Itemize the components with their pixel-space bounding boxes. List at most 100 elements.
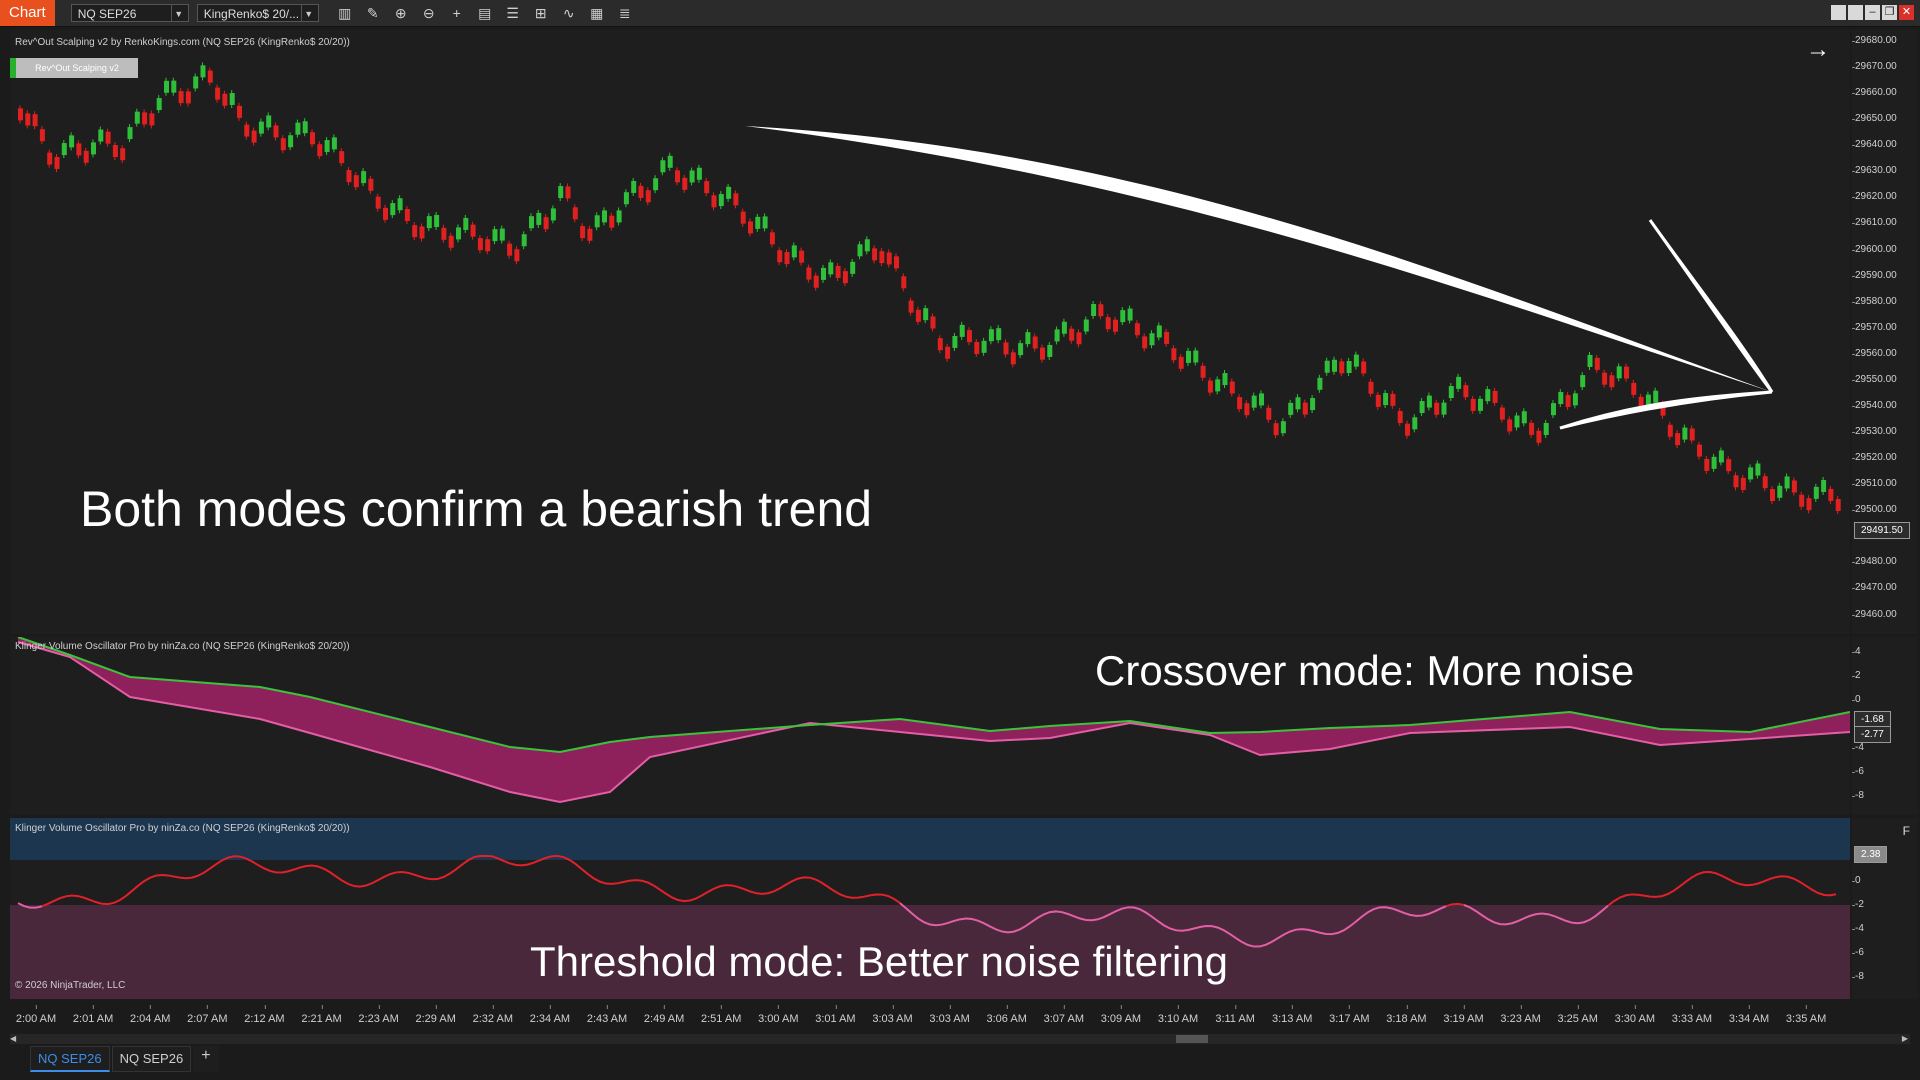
close-icon[interactable]: ✕ xyxy=(1899,5,1914,20)
minimize-icon[interactable]: – xyxy=(1865,5,1880,20)
oscillator-crossover-axis[interactable]: 4 2 0 -4 -6 -8 -1.68 -2.77 xyxy=(1852,637,1918,815)
candle-body xyxy=(923,308,929,321)
indicator-icon[interactable]: ∿ xyxy=(555,3,583,23)
zoom-out-icon[interactable]: ⊖ xyxy=(415,3,443,23)
candle-body xyxy=(667,155,673,168)
candle-body xyxy=(689,170,695,183)
axis-tick: 2 xyxy=(1852,670,1861,681)
candle-body xyxy=(1514,415,1520,428)
tile-icon[interactable] xyxy=(1831,5,1846,20)
last-price-badge: 29491.50 xyxy=(1854,522,1910,539)
template-icon[interactable]: ☰ xyxy=(499,3,527,23)
f-button[interactable]: F xyxy=(1903,824,1910,838)
candle-body xyxy=(521,234,527,247)
horizontal-scrollbar[interactable]: ◀ ▶ xyxy=(10,1034,1910,1044)
bar-type-selector[interactable]: KingRenko$ 20/... ▼ xyxy=(196,4,319,22)
price-panel-label: Rev^Out Scalping v2 by RenkoKings.com (N… xyxy=(15,37,350,48)
chevron-down-icon[interactable]: ▼ xyxy=(170,5,186,21)
candle-body xyxy=(1018,343,1024,356)
scroll-left-icon[interactable]: ◀ xyxy=(10,1034,16,1043)
axis-tick: 29650.00 xyxy=(1852,113,1897,125)
candle-body xyxy=(1821,479,1827,492)
indicator-button[interactable]: Rev^Out Scalping v2 xyxy=(16,58,138,78)
candle-body xyxy=(1229,381,1235,394)
candle-body xyxy=(1054,329,1060,342)
tab-nq-sep26-1[interactable]: NQ SEP26 xyxy=(30,1046,110,1072)
candle-body xyxy=(91,142,96,155)
axis-tick: 29560.00 xyxy=(1852,347,1897,359)
candle-body xyxy=(704,181,710,194)
candle-body xyxy=(930,316,936,329)
candle-body xyxy=(1675,433,1681,446)
oscillator-crossover-panel[interactable]: Klinger Volume Oscillator Pro by ninZa.c… xyxy=(10,637,1850,815)
candle-body xyxy=(1164,331,1170,344)
candle-body xyxy=(1113,319,1118,332)
candle-body xyxy=(981,340,987,353)
candle-body xyxy=(1186,350,1191,363)
instrument-selector[interactable]: NQ SEP26 ▼ xyxy=(70,4,189,22)
candle-body xyxy=(1726,459,1732,472)
candle-body xyxy=(1353,354,1359,367)
candle-body xyxy=(1061,321,1067,334)
properties-icon[interactable]: ▤ xyxy=(471,3,499,23)
candle-body xyxy=(353,175,359,188)
candle-body xyxy=(1244,403,1250,416)
candle-body xyxy=(1740,477,1746,490)
tile-icon[interactable] xyxy=(1848,5,1863,20)
list-icon[interactable]: ≣ xyxy=(611,3,639,23)
time-label: 3:33 AM xyxy=(1671,1005,1713,1025)
oscillator-line-segment xyxy=(41,854,901,908)
candle-body xyxy=(1587,354,1593,367)
candle-body xyxy=(1762,476,1768,489)
candle-body xyxy=(1069,328,1075,341)
bars-icon[interactable]: ▥ xyxy=(331,3,359,23)
oscillator-threshold-axis[interactable]: F 2.38 0 -2 -4 -6 -8 xyxy=(1852,818,1918,999)
candle-body xyxy=(514,249,520,262)
candle-body xyxy=(273,125,279,138)
candle-body xyxy=(682,177,688,190)
candle-body xyxy=(748,221,753,234)
axis-tick: 0 xyxy=(1852,875,1861,886)
candle-body xyxy=(937,338,943,351)
restore-icon[interactable]: ❐ xyxy=(1882,5,1897,20)
add-tab-button[interactable]: + xyxy=(193,1046,219,1072)
candle-body xyxy=(200,65,206,78)
calculator-icon[interactable]: ▦ xyxy=(583,3,611,23)
chart-tab[interactable]: Chart xyxy=(0,0,55,26)
tab-nq-sep26-2[interactable]: NQ SEP26 xyxy=(111,1046,192,1072)
candle-body xyxy=(178,91,184,104)
time-axis[interactable]: 2:00 AM 2:01 AM 2:04 AM 2:07 AM 2:12 AM 2:21 … xyxy=(10,1003,1850,1033)
pencil-icon[interactable]: ✎ xyxy=(359,3,387,23)
price-panel[interactable]: Rev^Out Scalping v2 by RenkoKings.com (N… xyxy=(10,30,1850,634)
crosshair-icon[interactable]: + xyxy=(443,3,471,23)
zoom-in-icon[interactable]: ⊕ xyxy=(387,3,415,23)
oscillator-threshold-panel[interactable]: Klinger Volume Oscillator Pro by ninZa.c… xyxy=(10,818,1850,999)
candle-body xyxy=(1339,361,1345,374)
candle-body xyxy=(149,113,155,126)
chevron-down-icon[interactable]: ▼ xyxy=(300,5,316,21)
candle-body xyxy=(1536,430,1542,443)
candle-body xyxy=(1237,397,1243,410)
candle-body xyxy=(485,239,491,252)
candle-body xyxy=(463,217,469,230)
arrow-right-icon[interactable]: → xyxy=(1806,36,1830,64)
strategy-icon[interactable]: ⊞ xyxy=(527,3,555,23)
candle-body xyxy=(1558,392,1564,405)
candle-body xyxy=(1777,485,1783,498)
candle-body xyxy=(988,329,994,342)
candle-body xyxy=(1711,456,1717,469)
price-axis[interactable]: 29680.00 29670.00 29660.00 29650.00 29640.00… xyxy=(1852,30,1918,634)
time-label: 3:25 AM xyxy=(1557,1005,1598,1025)
arrow-head-lower xyxy=(1559,390,1773,430)
chart-tabs: NQ SEP26 NQ SEP26 + xyxy=(30,1046,221,1072)
candle-body xyxy=(959,324,965,337)
candle-body xyxy=(1324,360,1330,373)
candle-body xyxy=(974,342,980,355)
candle-body xyxy=(1748,467,1754,480)
scrollbar-thumb[interactable] xyxy=(1176,1035,1208,1043)
time-label: 2:29 AM xyxy=(415,1005,456,1025)
candle-body xyxy=(1003,342,1009,355)
time-label: 3:09 AM xyxy=(1100,1005,1142,1025)
candle-body xyxy=(1799,494,1805,507)
scroll-right-icon[interactable]: ▶ xyxy=(1902,1034,1908,1043)
